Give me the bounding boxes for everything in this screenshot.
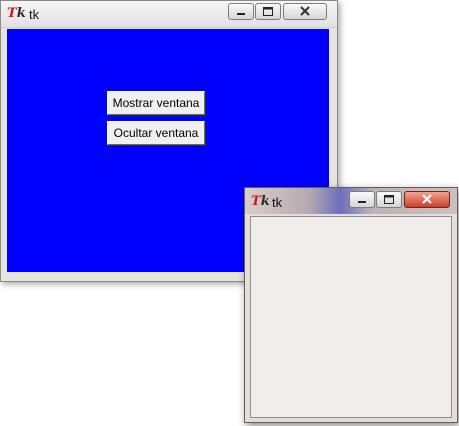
minimize-button[interactable]: [349, 191, 375, 208]
second-window: Tk tk: [244, 187, 458, 423]
second-window-titlebar[interactable]: Tk tk: [245, 188, 457, 214]
maximize-icon: [384, 195, 394, 204]
show-window-button[interactable]: Mostrar ventana: [107, 91, 205, 115]
main-window-titlebar[interactable]: Tk tk: [1, 1, 337, 28]
second-window-content: [250, 216, 452, 418]
minimize-icon: [237, 13, 245, 15]
second-window-title: tk: [272, 195, 283, 210]
close-button[interactable]: [404, 191, 450, 208]
tk-feather-icon: Tk: [7, 6, 26, 21]
tk-feather-icon: Tk: [251, 194, 270, 209]
maximize-button[interactable]: [376, 191, 402, 208]
close-icon: [300, 6, 310, 16]
minimize-button[interactable]: [228, 3, 254, 20]
hide-window-button[interactable]: Ocultar ventana: [107, 121, 205, 145]
close-button[interactable]: [283, 3, 327, 20]
main-window-title: tk: [29, 7, 40, 22]
maximize-button[interactable]: [255, 3, 281, 20]
minimize-icon: [358, 201, 366, 203]
close-icon: [422, 194, 432, 204]
maximize-icon: [263, 7, 273, 16]
